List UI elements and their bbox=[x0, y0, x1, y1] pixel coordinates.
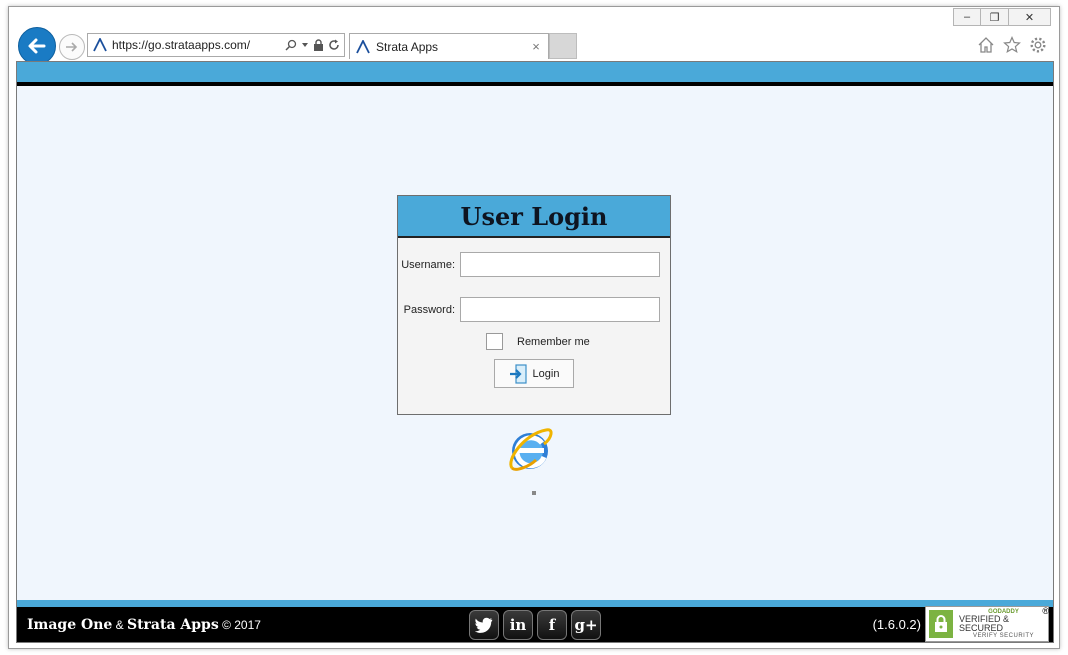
favorites-star-icon[interactable] bbox=[1003, 36, 1021, 54]
back-button[interactable] bbox=[18, 27, 56, 65]
settings-gear-icon[interactable] bbox=[1029, 36, 1047, 54]
refresh-icon[interactable] bbox=[328, 39, 340, 51]
password-label: Password: bbox=[403, 303, 455, 316]
linkedin-icon[interactable]: in bbox=[503, 610, 533, 640]
internet-explorer-logo-icon bbox=[509, 428, 553, 471]
remember-me-checkbox[interactable] bbox=[486, 333, 503, 350]
window-caption-buttons: – ❐ ✕ bbox=[953, 8, 1051, 26]
forward-button[interactable] bbox=[59, 34, 85, 60]
header-band bbox=[17, 62, 1053, 86]
back-arrow-icon bbox=[28, 38, 46, 54]
badge-registered-mark: ® bbox=[1042, 606, 1049, 616]
sign-in-icon bbox=[509, 363, 527, 384]
url-text[interactable]: https://go.strataapps.com/ bbox=[112, 38, 285, 52]
new-tab-button[interactable] bbox=[549, 33, 577, 59]
username-input[interactable] bbox=[460, 252, 660, 277]
remember-me-row: Remember me bbox=[486, 333, 590, 350]
login-panel: User Login Username: Password: Remember … bbox=[397, 195, 671, 415]
login-header: User Login bbox=[398, 196, 670, 238]
dropdown-chevron-icon[interactable] bbox=[301, 41, 309, 49]
tab-close-icon[interactable]: × bbox=[528, 39, 544, 54]
badge-text: GODADDY VERIFIED & SECURED VERIFY SECURI… bbox=[959, 609, 1048, 639]
username-label: Username: bbox=[401, 258, 455, 271]
login-button[interactable]: Login bbox=[494, 359, 574, 388]
forward-arrow-icon bbox=[66, 42, 78, 52]
browser-window: – ❐ ✕ https://go.strataapps.com/ Strata … bbox=[8, 6, 1060, 649]
tab-strata-apps[interactable]: Strata Apps × bbox=[349, 33, 549, 59]
copyright-year: © 2017 bbox=[218, 618, 261, 632]
godaddy-security-badge[interactable]: GODADDY VERIFIED & SECURED VERIFY SECURI… bbox=[925, 606, 1049, 642]
page-footer: Image One & Strata Apps © 2017 in f g+ (… bbox=[17, 600, 1053, 642]
login-button-label: Login bbox=[532, 367, 560, 380]
badge-verified: VERIFIED & SECURED bbox=[958, 614, 1009, 633]
address-bar[interactable]: https://go.strataapps.com/ bbox=[87, 33, 345, 57]
home-icon[interactable] bbox=[977, 36, 995, 54]
facebook-icon[interactable]: f bbox=[537, 610, 567, 640]
username-row: Username: bbox=[398, 252, 670, 277]
page-viewport: User Login Username: Password: Remember … bbox=[16, 61, 1054, 643]
social-links: in f g+ bbox=[469, 610, 601, 640]
site-favicon-icon bbox=[92, 37, 108, 53]
brand-strata-apps: Strata Apps bbox=[126, 617, 219, 633]
login-title: User Login bbox=[460, 201, 608, 231]
tab-favicon-icon bbox=[356, 39, 370, 53]
address-tools bbox=[285, 39, 344, 51]
twitter-icon[interactable] bbox=[469, 610, 499, 640]
minimize-button[interactable]: – bbox=[953, 8, 981, 26]
browser-toolbar-right bbox=[977, 36, 1047, 54]
close-window-button[interactable]: ✕ bbox=[1009, 8, 1051, 26]
brand-image-one: Image One bbox=[27, 617, 113, 633]
ampersand: & bbox=[112, 618, 127, 632]
lock-icon[interactable] bbox=[313, 39, 324, 51]
remember-me-label[interactable]: Remember me bbox=[517, 336, 590, 348]
restore-button[interactable]: ❐ bbox=[981, 8, 1009, 26]
badge-verify-security: VERIFY SECURITY bbox=[972, 633, 1035, 639]
tab-title: Strata Apps bbox=[376, 39, 439, 54]
badge-lock-icon bbox=[929, 610, 953, 638]
search-icon[interactable] bbox=[285, 39, 297, 51]
loading-dot bbox=[532, 491, 536, 495]
password-row: Password: bbox=[398, 297, 670, 322]
google-plus-icon[interactable]: g+ bbox=[571, 610, 601, 640]
password-input[interactable] bbox=[460, 297, 660, 322]
app-version: (1.6.0.2) bbox=[872, 617, 921, 632]
copyright-text: Image One & Strata Apps © 2017 bbox=[27, 616, 261, 633]
